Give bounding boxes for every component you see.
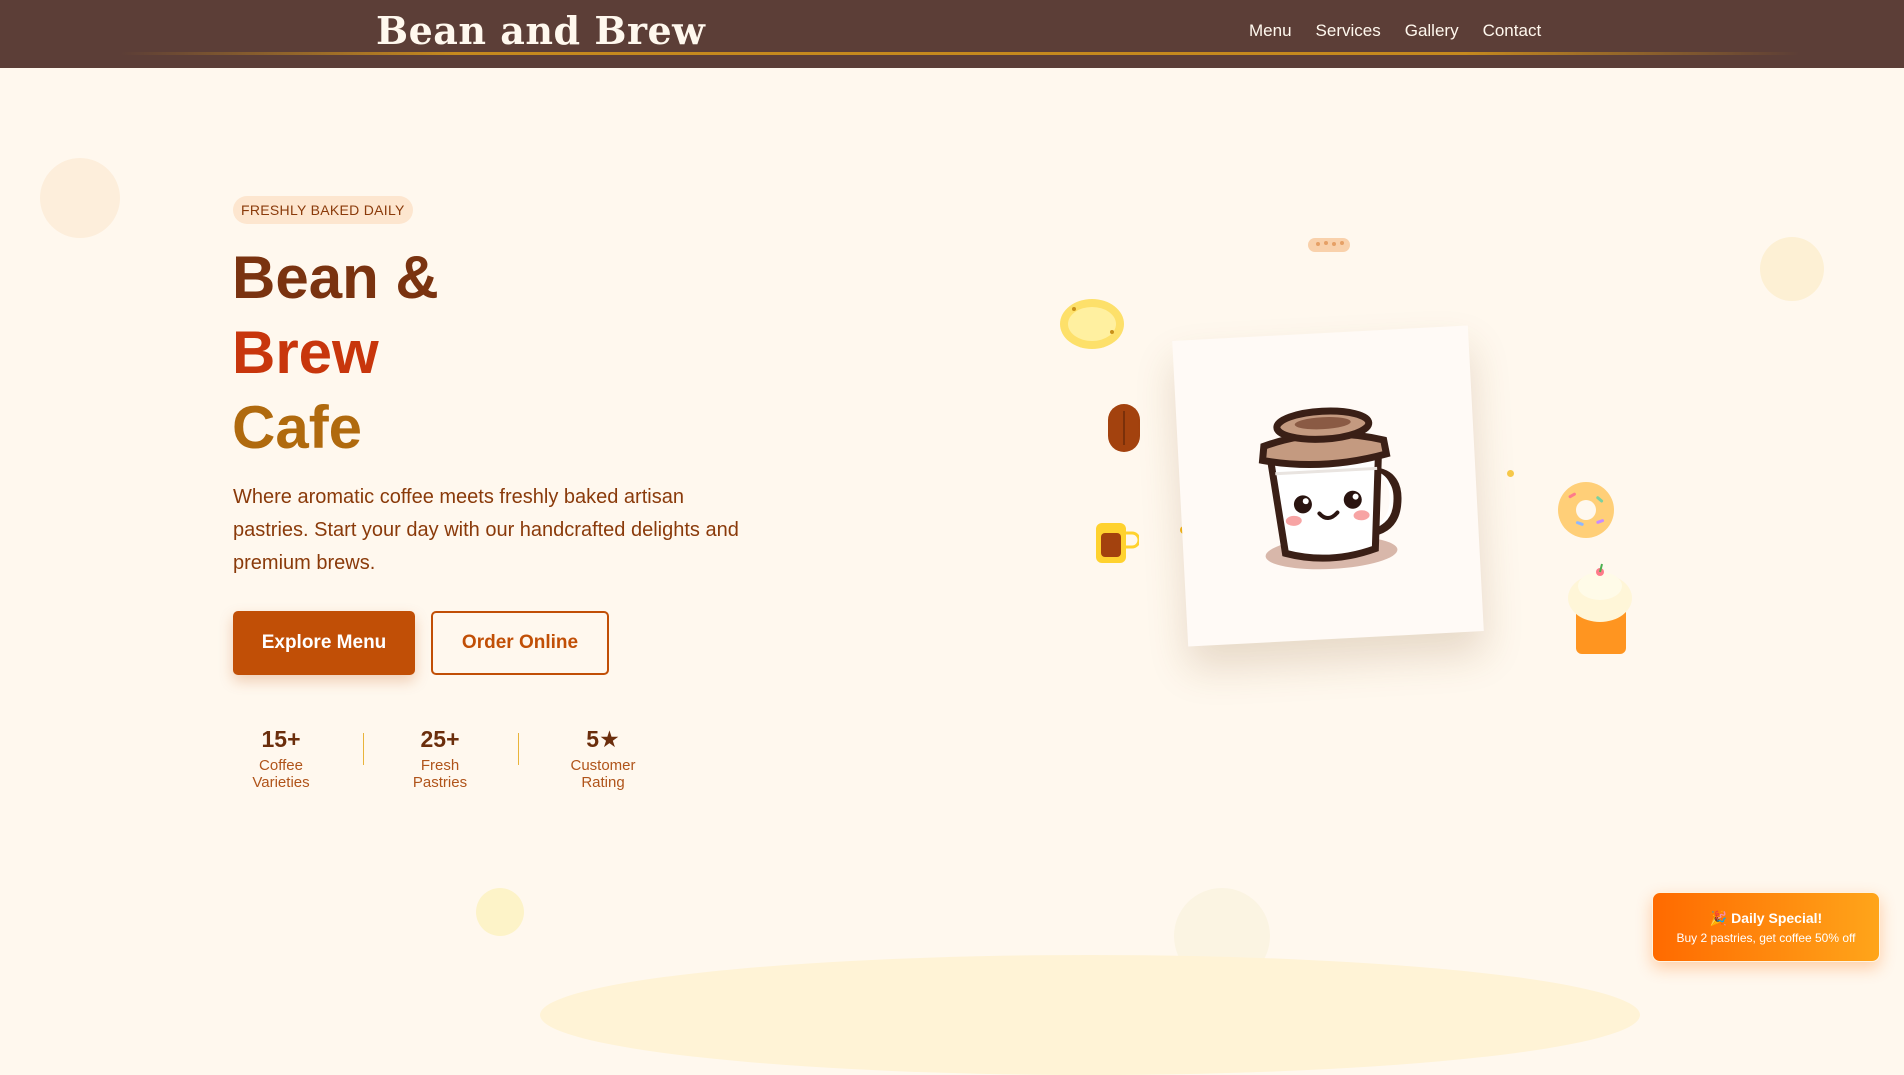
bg-wave xyxy=(540,955,1640,1075)
header-divider xyxy=(120,52,1800,55)
bg-circle xyxy=(40,158,120,238)
hero-title-line-1: Bean & xyxy=(232,244,439,311)
stat-divider xyxy=(363,733,364,765)
hero-title-line-2: Brew xyxy=(232,319,379,386)
stat-value: 15+ xyxy=(261,726,301,752)
bg-circle xyxy=(1760,237,1824,301)
order-online-button[interactable]: Order Online xyxy=(431,611,609,675)
hero-title-line-3: Cafe xyxy=(232,394,363,461)
nav-gallery[interactable]: Gallery xyxy=(1405,21,1459,41)
explore-menu-button[interactable]: Explore Menu xyxy=(233,611,415,675)
bg-circle xyxy=(476,888,524,936)
nav-services[interactable]: Services xyxy=(1316,21,1381,41)
bread-icon xyxy=(1060,299,1124,349)
site-header: Bean and Brew Menu Services Gallery Cont… xyxy=(0,0,1904,68)
stat-value: 5★ xyxy=(586,726,620,752)
brand-logo[interactable]: Bean and Brew xyxy=(376,8,705,53)
daily-special-banner[interactable]: 🎉 Daily Special! Buy 2 pastries, get cof… xyxy=(1652,892,1880,962)
sparkle-dot xyxy=(1507,470,1514,477)
beer-mug-icon xyxy=(1096,523,1139,563)
hero-description: Where aromatic coffee meets freshly bake… xyxy=(233,486,739,574)
stat-label: Coffee Varieties xyxy=(252,757,310,791)
main-nav: Menu Services Gallery Contact xyxy=(1249,21,1541,41)
stat-divider xyxy=(518,733,519,765)
stat-customer-rating: 5★ Customer Rating xyxy=(548,725,658,791)
coffee-cup-mascot-icon xyxy=(1258,407,1402,570)
donut-icon xyxy=(1558,482,1614,538)
hero-image-card xyxy=(1172,325,1484,647)
nav-contact[interactable]: Contact xyxy=(1483,21,1542,41)
nav-menu[interactable]: Menu xyxy=(1249,21,1292,41)
cupcake-icon xyxy=(1568,563,1632,654)
stat-fresh-pastries: 25+ Fresh Pastries xyxy=(392,725,488,791)
daily-special-subtitle: Buy 2 pastries, get coffee 50% off xyxy=(1676,931,1856,945)
daily-special-title: 🎉 Daily Special! xyxy=(1709,910,1823,926)
hero-badge: FRESHLY BAKED DAILY xyxy=(233,196,413,224)
stat-label: Customer Rating xyxy=(570,757,636,791)
stat-label: Fresh Pastries xyxy=(412,757,468,791)
cookie-icon xyxy=(1308,238,1350,252)
coffee-bean-icon xyxy=(1108,404,1140,452)
stat-coffee-varieties: 15+ Coffee Varieties xyxy=(233,725,329,791)
stat-value: 25+ xyxy=(420,726,460,752)
